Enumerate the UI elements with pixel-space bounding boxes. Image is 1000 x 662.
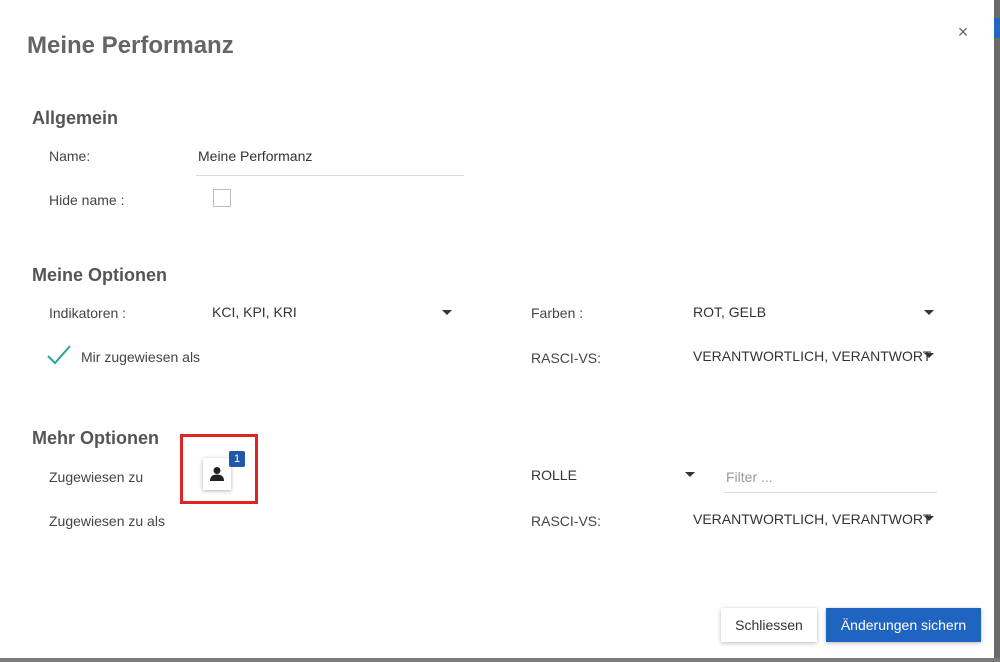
background-accent (994, 18, 1000, 38)
farben-label: Farben : (531, 305, 584, 321)
name-label: Name: (49, 148, 91, 164)
section-allgemein: Allgemein (32, 108, 119, 128)
check-icon[interactable] (46, 344, 72, 366)
indikatoren-label: Indikatoren : (49, 305, 127, 321)
assigned-user-button[interactable] (203, 458, 231, 490)
rasci-label-2: RASCI-VS: (531, 513, 602, 529)
caret-down-icon (924, 516, 934, 521)
save-button[interactable]: Änderungen sichern (826, 608, 981, 642)
section-mehr-optionen: Mehr Optionen (32, 428, 159, 448)
name-field[interactable]: Meine Performanz (198, 148, 312, 164)
assigned-count-badge: 1 (229, 451, 245, 467)
name-field-underline (196, 175, 464, 176)
close-button[interactable]: Schliessen (721, 608, 817, 642)
dialog-title: Meine Performanz (27, 32, 234, 59)
close-icon[interactable]: × (955, 23, 971, 41)
caret-down-icon (924, 310, 934, 315)
hide-name-checkbox[interactable] (213, 189, 231, 207)
background-window-edge (994, 0, 1000, 662)
rasci-value: VERANTWORTLICH, VERANTWORT (693, 348, 932, 364)
caret-down-icon (442, 310, 452, 315)
rasci-label: RASCI-VS: (531, 350, 602, 366)
indikatoren-value: KCI, KPI, KRI (212, 304, 297, 320)
caret-down-icon (924, 353, 934, 358)
background-bottom-edge (0, 658, 1000, 662)
zugewiesen-als-label: Zugewiesen zu als (49, 513, 165, 529)
farben-value: ROT, GELB (693, 304, 767, 320)
section-meine-optionen: Meine Optionen (32, 265, 167, 285)
filter-input[interactable] (724, 462, 937, 493)
caret-down-icon (685, 472, 695, 477)
hide-name-label: Hide name : (49, 192, 125, 208)
mir-zugewiesen-label: Mir zugewiesen als (81, 349, 201, 365)
rasci-value-2: VERANTWORTLICH, VERANTWORT (693, 511, 932, 527)
rolle-value: ROLLE (531, 467, 577, 483)
user-icon (210, 467, 224, 481)
zugewiesen-zu-label: Zugewiesen zu (49, 469, 144, 485)
performance-dialog: Meine Performanz × Allgemein Name: Meine… (0, 0, 994, 658)
